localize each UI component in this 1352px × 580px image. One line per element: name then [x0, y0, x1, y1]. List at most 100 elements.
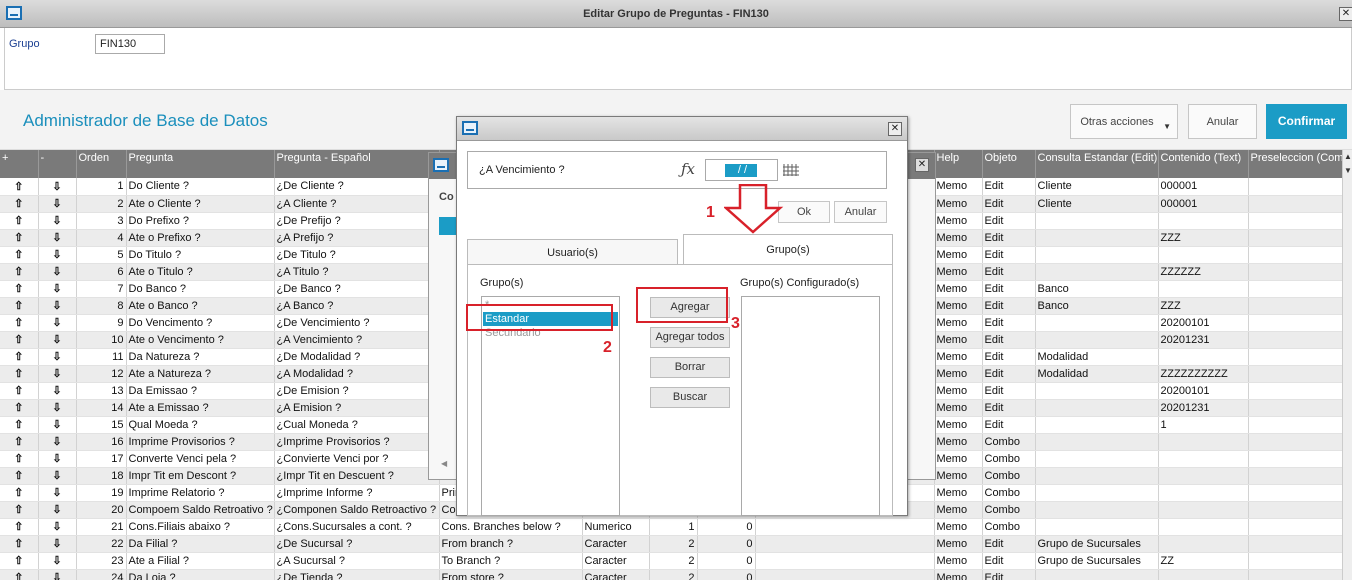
move-down-icon[interactable]: ⇩: [38, 484, 77, 502]
cell-help: Memo: [934, 331, 983, 349]
move-up-icon[interactable]: ⇧: [0, 280, 39, 298]
move-down-icon[interactable]: ⇩: [38, 229, 77, 247]
col-header-objeto[interactable]: Objeto: [982, 150, 1036, 178]
move-up-icon[interactable]: ⇧: [0, 433, 39, 451]
borrar-button[interactable]: Borrar: [650, 357, 730, 378]
cell-orden: 19: [76, 484, 127, 502]
scroll-down-icon[interactable]: ▼: [1343, 166, 1352, 175]
move-up-icon[interactable]: ⇧: [0, 484, 39, 502]
move-up-icon[interactable]: ⇧: [0, 501, 39, 519]
agregar-todos-button[interactable]: Agregar todos: [650, 327, 730, 348]
table-row[interactable]: ⇧ ⇩ 23 Ate a Filial ? ¿A Sucursal ? To Branch…: [0, 552, 1342, 570]
move-up-icon[interactable]: ⇧: [0, 229, 39, 247]
background-selected-cell: [439, 217, 457, 235]
move-up-icon[interactable]: ⇧: [0, 518, 39, 536]
date-field[interactable]: / /: [705, 159, 778, 181]
cell-pregunta: Ate o Cliente ?: [126, 195, 275, 213]
col-header-pregunta-espanol[interactable]: Pregunta - Español: [274, 150, 440, 178]
move-down-icon[interactable]: ⇩: [38, 212, 77, 230]
tab-grupos[interactable]: Grupo(s): [683, 234, 893, 265]
move-up-icon[interactable]: ⇧: [0, 331, 39, 349]
move-up-icon[interactable]: ⇧: [0, 399, 39, 417]
move-down-icon[interactable]: ⇩: [38, 416, 77, 434]
close-icon[interactable]: ✕: [1339, 7, 1352, 21]
scroll-left-icon[interactable]: ◀: [441, 459, 447, 468]
move-down-icon[interactable]: ⇩: [38, 331, 77, 349]
background-close-icon[interactable]: ✕: [915, 158, 929, 172]
move-down-icon[interactable]: ⇩: [38, 518, 77, 536]
move-down-icon[interactable]: ⇩: [38, 246, 77, 264]
col-header-pregunta[interactable]: Pregunta: [126, 150, 275, 178]
move-down-icon[interactable]: ⇩: [38, 399, 77, 417]
move-up-icon[interactable]: ⇧: [0, 552, 39, 570]
confirmar-button[interactable]: Confirmar: [1266, 104, 1347, 139]
move-down-icon[interactable]: ⇩: [38, 467, 77, 485]
col-header-consulta[interactable]: Consulta Estandar (Edit): [1035, 150, 1159, 178]
col-header-minus[interactable]: -: [38, 150, 77, 178]
move-up-icon[interactable]: ⇧: [0, 348, 39, 366]
otras-acciones-button[interactable]: Otras acciones ▼: [1070, 104, 1178, 139]
dialog-close-icon[interactable]: ✕: [888, 122, 902, 136]
move-up-icon[interactable]: ⇧: [0, 450, 39, 468]
table-row[interactable]: ⇧ ⇩ 21 Cons.Filiais abaixo ? ¿Cons.Sucursale…: [0, 518, 1342, 536]
move-up-icon[interactable]: ⇧: [0, 246, 39, 264]
table-row[interactable]: ⇧ ⇩ 24 Da Loja ? ¿De Tienda ? From store ? Car…: [0, 569, 1342, 580]
move-down-icon[interactable]: ⇩: [38, 263, 77, 281]
dialog-anular-button[interactable]: Anular: [834, 201, 887, 223]
move-down-icon[interactable]: ⇩: [38, 314, 77, 332]
formula-icon[interactable]: ƒx: [681, 160, 695, 178]
move-up-icon[interactable]: ⇧: [0, 365, 39, 383]
anular-button[interactable]: Anular: [1188, 104, 1257, 139]
move-down-icon[interactable]: ⇩: [38, 501, 77, 519]
buscar-button[interactable]: Buscar: [650, 387, 730, 408]
move-up-icon[interactable]: ⇧: [0, 467, 39, 485]
move-down-icon[interactable]: ⇩: [38, 450, 77, 468]
configured-groups-list[interactable]: [741, 296, 880, 516]
cell-consulta: [1035, 263, 1159, 281]
move-down-icon[interactable]: ⇩: [38, 382, 77, 400]
cell-pregunta-ingles: From branch ?: [439, 535, 583, 553]
table-row[interactable]: ⇧ ⇩ 22 Da Filial ? ¿De Sucursal ? From branch…: [0, 535, 1342, 553]
cell-consulta: [1035, 416, 1159, 434]
grid-scrollbar[interactable]: ▲ ▼: [1342, 150, 1352, 580]
calendar-icon[interactable]: [783, 164, 799, 176]
cell-orden: 18: [76, 467, 127, 485]
move-up-icon[interactable]: ⇧: [0, 297, 39, 315]
move-down-icon[interactable]: ⇩: [38, 535, 77, 553]
move-up-icon[interactable]: ⇧: [0, 535, 39, 553]
move-up-icon[interactable]: ⇧: [0, 382, 39, 400]
grupo-input[interactable]: FIN130: [95, 34, 165, 54]
col-header-plus[interactable]: +: [0, 150, 39, 178]
move-down-icon[interactable]: ⇩: [38, 297, 77, 315]
scroll-up-icon[interactable]: ▲: [1343, 152, 1352, 161]
cell-pregunta-espanol: ¿A Banco ?: [274, 297, 440, 315]
tab-usuarios[interactable]: Usuario(s): [467, 239, 678, 265]
col-header-orden[interactable]: Orden: [76, 150, 127, 178]
move-up-icon[interactable]: ⇧: [0, 416, 39, 434]
move-down-icon[interactable]: ⇩: [38, 365, 77, 383]
cell-help: Memo: [934, 382, 983, 400]
col-header-help[interactable]: Help: [934, 150, 983, 178]
move-up-icon[interactable]: ⇧: [0, 212, 39, 230]
cell-pregunta: Do Cliente ?: [126, 178, 275, 196]
move-down-icon[interactable]: ⇩: [38, 569, 77, 580]
col-header-preseleccion[interactable]: Preseleccion (Com: [1248, 150, 1342, 178]
cell-consulta: Grupo de Sucursales: [1035, 552, 1159, 570]
annotation-number-3: 3: [731, 315, 740, 332]
move-down-icon[interactable]: ⇩: [38, 195, 77, 213]
move-up-icon[interactable]: ⇧: [0, 569, 39, 580]
move-down-icon[interactable]: ⇩: [38, 552, 77, 570]
move-down-icon[interactable]: ⇩: [38, 348, 77, 366]
move-up-icon[interactable]: ⇧: [0, 314, 39, 332]
cell-pregunta-espanol: ¿De Banco ?: [274, 280, 440, 298]
move-down-icon[interactable]: ⇩: [38, 178, 77, 196]
move-down-icon[interactable]: ⇩: [38, 280, 77, 298]
cell-preseleccion: [1248, 569, 1342, 580]
move-up-icon[interactable]: ⇧: [0, 195, 39, 213]
groups-label: Grupo(s): [480, 277, 524, 289]
col-header-contenido[interactable]: Contenido (Text): [1158, 150, 1249, 178]
move-up-icon[interactable]: ⇧: [0, 178, 39, 196]
move-up-icon[interactable]: ⇧: [0, 263, 39, 281]
cell-orden: 12: [76, 365, 127, 383]
move-down-icon[interactable]: ⇩: [38, 433, 77, 451]
